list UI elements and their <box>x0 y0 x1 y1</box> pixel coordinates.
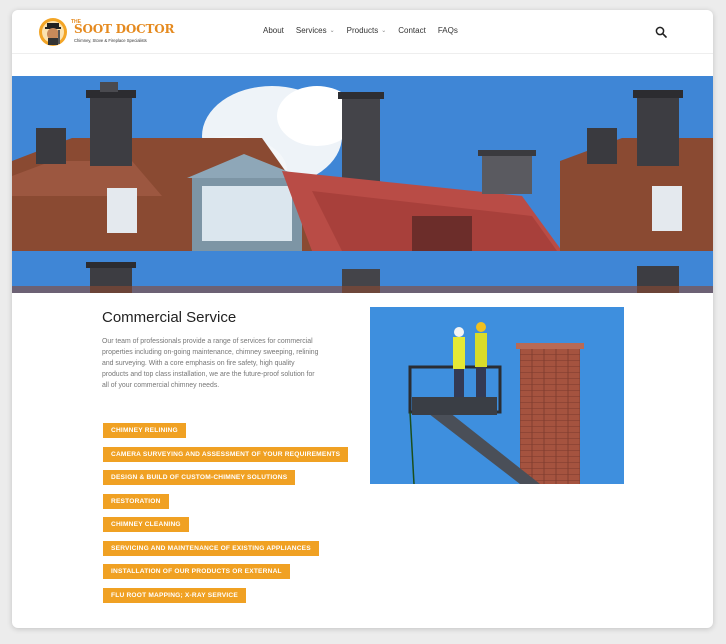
service-description: Our team of professionals provide a rang… <box>102 338 319 389</box>
service-tag-chimney-cleaning[interactable]: CHIMNEY CLEANING <box>103 517 189 532</box>
logo-name: SOOT DOCTOR <box>74 22 175 36</box>
logo-badge-icon <box>39 18 67 46</box>
service-tag-installation[interactable]: INSTALLATION OF OUR PRODUCTS OR EXTERNAL <box>103 564 290 579</box>
browser-page: THE SOOT DOCTOR Chimney, Stove & Firepla… <box>12 10 713 628</box>
site-header: THE SOOT DOCTOR Chimney, Stove & Firepla… <box>12 10 713 54</box>
search-icon[interactable] <box>655 26 667 38</box>
service-tag-camera-surveying[interactable]: CAMERA SURVEYING AND ASSESSMENT OF YOUR … <box>103 447 349 462</box>
nav-label: Products <box>346 26 379 35</box>
service-tag-servicing-maintenance[interactable]: SERVICING AND MAINTENANCE OF EXISTING AP… <box>103 541 319 556</box>
logo-tagline: Chimney, Stove & Fireplace Specialists <box>74 38 147 43</box>
service-tag-chimney-relining[interactable]: CHIMNEY RELINING <box>103 423 186 438</box>
nav-item-about[interactable]: About <box>263 26 284 35</box>
nav-item-contact[interactable]: Contact <box>398 26 426 35</box>
nav-label: Contact <box>398 26 426 35</box>
main-nav: About Services ⌄ Products ⌄ Contact FAQs <box>263 26 458 35</box>
nav-item-faqs[interactable]: FAQs <box>438 26 458 35</box>
nav-item-products[interactable]: Products ⌄ <box>347 26 387 35</box>
nav-label: About <box>263 26 284 35</box>
chevron-down-icon: ⌄ <box>329 28 335 34</box>
site-logo[interactable]: THE SOOT DOCTOR Chimney, Stove & Firepla… <box>38 17 174 47</box>
nav-item-services[interactable]: Services ⌄ <box>296 26 335 35</box>
nav-label: FAQs <box>437 26 458 35</box>
nav-label: Services <box>295 26 327 35</box>
chevron-down-icon: ⌄ <box>381 28 387 34</box>
service-tag-design-build[interactable]: DESIGN & BUILD OF CUSTOM-CHIMNEY SOLUTIO… <box>103 470 296 485</box>
service-tag-flu-root-mapping[interactable]: FLU ROOT MAPPING; X-RAY SERVICE <box>103 588 246 603</box>
hero-banner-image <box>12 76 713 293</box>
page-title: Commercial Service <box>102 309 237 326</box>
service-tag-restoration[interactable]: RESTORATION <box>103 494 169 509</box>
chimney-workers-photo <box>370 307 624 484</box>
